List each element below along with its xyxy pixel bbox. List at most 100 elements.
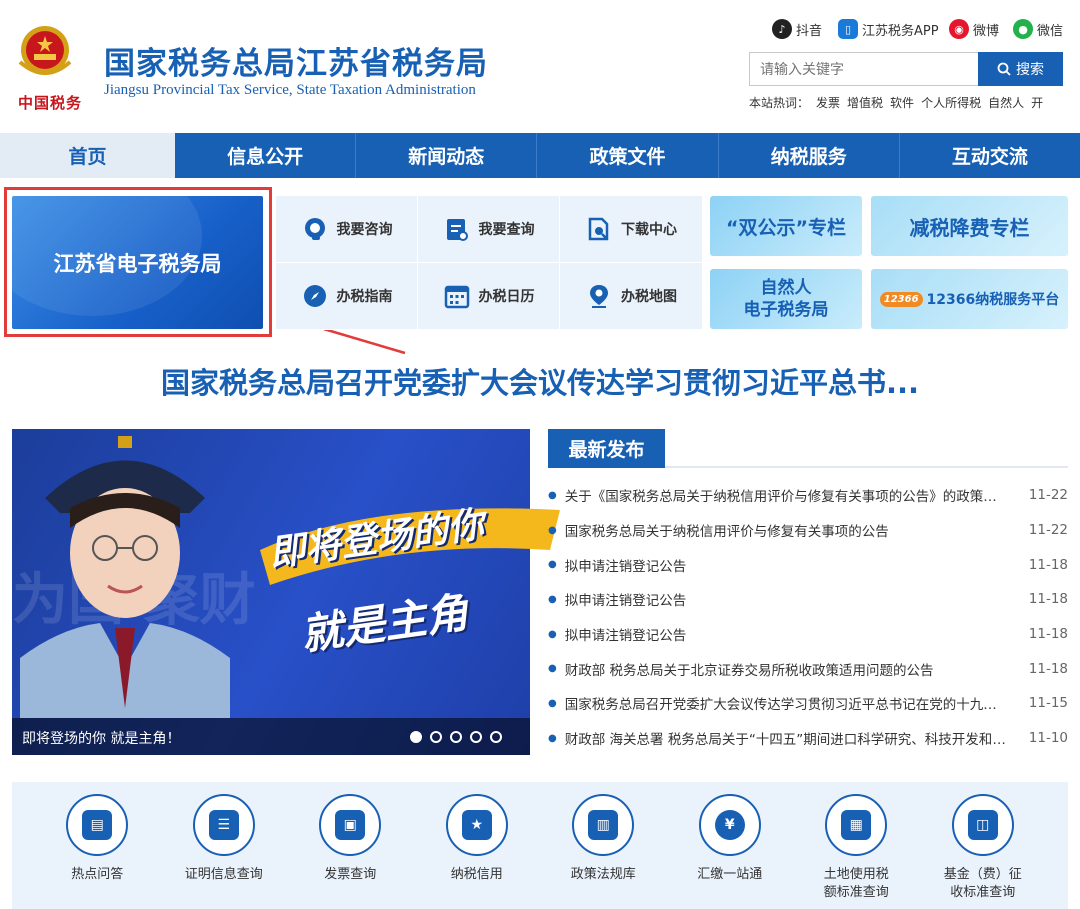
nav-policy[interactable]: 政策文件 (537, 133, 719, 178)
quick-link-label: 办税日历 (478, 289, 535, 305)
news-date: 11-18 (1028, 591, 1068, 608)
wechat-link[interactable]: ● 微信 (1013, 18, 1063, 40)
bullet-icon: ● (548, 489, 557, 501)
quick-link-guide[interactable]: 办税指南 (276, 263, 418, 330)
nav-news[interactable]: 新闻动态 (356, 133, 538, 178)
news-item[interactable]: ● 国家税务总局召开党委扩大会议传达学习贯彻习近平总书记在党的十九届六中全会 11-… (548, 686, 1068, 721)
news-title: 财政部 海关总署 税务总局关于“十四五”期间进口科学研究、科技开发和教学用品 (564, 732, 1028, 749)
book-icon: ▥ (572, 794, 635, 856)
news-title: 国家税务总局关于纳税信用评价与修复有关事项的公告 (564, 524, 889, 541)
service-label: 发票查询 (324, 867, 377, 882)
news-item[interactable]: ● 财政部 海关总署 税务总局关于“十四五”期间进口科学研究、科技开发和教学用品 1… (548, 721, 1068, 756)
app-label: 江苏税务APP (862, 23, 939, 39)
map-pin-icon (585, 282, 613, 310)
quick-link-download[interactable]: 下载中心 (560, 196, 702, 263)
certificate-icon: ☰ (192, 794, 255, 856)
service-label-line2: 额标准查询 (823, 885, 889, 900)
news-item[interactable]: ● 财政部 税务总局关于北京证券交易所税收政策适用问题的公告 11-18 (548, 651, 1068, 686)
quick-link-label: 我要咨询 (336, 222, 393, 238)
service-certificate-query[interactable]: ☰ 证明信息查询 (169, 794, 279, 909)
etax-bureau-label: 江苏省电子税务局 (53, 251, 222, 276)
service-hot-qa[interactable]: ▤ 热点问答 (42, 794, 152, 909)
douyin-link[interactable]: ♪ 抖音 (772, 18, 822, 40)
news-list: ● 关于《国家税务总局关于纳税信用评价与修复有关事项的公告》的政策解读 11-22 … (548, 478, 1068, 756)
compass-icon (301, 282, 329, 310)
carousel-dot[interactable] (410, 731, 422, 743)
tab-latest-releases[interactable]: 最新发布 (548, 429, 665, 468)
service-platform-12366-link[interactable]: 12366 12366纳税服务平台 (871, 269, 1068, 329)
carousel-dot[interactable] (430, 731, 442, 743)
news-title: 拟申请注销登记公告 (564, 593, 687, 610)
news-item[interactable]: ● 拟申请注销登记公告 11-18 (548, 547, 1068, 582)
carousel-dot[interactable] (470, 731, 482, 743)
weibo-link[interactable]: ◉ 微博 (949, 18, 999, 40)
news-item[interactable]: ● 关于《国家税务总局关于纳税信用评价与修复有关事项的公告》的政策解读 11-22 (548, 478, 1068, 513)
nav-home[interactable]: 首页 (0, 133, 175, 178)
bullet-icon: ● (548, 524, 557, 536)
douyin-label: 抖音 (796, 23, 823, 39)
news-date: 11-22 (1028, 522, 1068, 539)
service-label: 基金（费）征 收标准查询 (944, 866, 1022, 902)
quick-link-map[interactable]: 办税地图 (560, 263, 702, 330)
bullet-icon: ● (548, 559, 557, 571)
service-tax-credit[interactable]: ★ 纳税信用 (422, 794, 532, 909)
service-invoice-query[interactable]: ▣ 发票查询 (295, 794, 405, 909)
hot-word[interactable]: 发票 (816, 94, 840, 111)
clipboard-search-icon (443, 215, 471, 243)
quick-link-label: 办税地图 (621, 289, 677, 305)
news-date: 11-22 (1028, 487, 1068, 504)
nav-tax-service[interactable]: 纳税服务 (719, 133, 900, 178)
news-item[interactable]: ● 国家税务总局关于纳税信用评价与修复有关事项的公告 11-22 (548, 513, 1068, 548)
hotline-badge: 12366 (879, 291, 923, 307)
tax-officer-photo (20, 436, 230, 718)
service-land-tax-query[interactable]: ▦ 土地使用税 额标准查询 (801, 794, 911, 909)
app-link[interactable]: ▯ 江苏税务APP (838, 18, 939, 40)
search-input[interactable] (749, 52, 979, 86)
service-label: 汇缴一站通 (697, 867, 763, 882)
quick-link-query[interactable]: 我要查询 (418, 196, 560, 263)
hot-word[interactable]: 个人所得税 (921, 94, 981, 111)
news-item[interactable]: ● 拟申请注销登记公告 11-18 (548, 582, 1068, 617)
etax-bureau-button[interactable]: 江苏省电子税务局 (12, 196, 263, 329)
news-date: 11-15 (1028, 695, 1068, 712)
hot-word[interactable]: 自然人 (988, 94, 1024, 111)
service-tax-payment[interactable]: ¥ 汇缴一站通 (675, 794, 785, 909)
nav-info-disclosure[interactable]: 信息公开 (175, 133, 357, 178)
bullet-icon: ● (548, 593, 557, 605)
weibo-icon: ◉ (949, 19, 969, 39)
site-subtitle: Jiangsu Provincial Tax Service, State Ta… (104, 82, 476, 98)
search-button[interactable]: 搜索 (978, 52, 1063, 86)
quick-link-label: 办税指南 (336, 289, 393, 305)
natural-person-etax-link[interactable]: 自然人 电子税务局 (710, 269, 862, 329)
service-policy-library[interactable]: ▥ 政策法规库 (548, 794, 658, 909)
double-publicity-column[interactable]: “双公示”专栏 (710, 196, 862, 256)
land-tax-icon: ▦ (825, 794, 888, 856)
news-item[interactable]: ● 拟申请注销登记公告 11-18 (548, 617, 1068, 652)
national-emblem-logo (18, 26, 72, 75)
promo-label: 减税降费专栏 (909, 215, 1030, 240)
news-date: 11-10 (1028, 730, 1068, 747)
site-title[interactable]: 国家税务总局江苏省税务局 (104, 38, 488, 83)
carousel-dots (410, 731, 502, 743)
carousel-dot[interactable] (450, 731, 462, 743)
headline-news[interactable]: 国家税务总局召开党委扩大会议传达学习贯彻习近平总书... (0, 360, 1080, 402)
news-title: 国家税务总局召开党委扩大会议传达学习贯彻习近平总书记在党的十九届六中全会 (564, 697, 1028, 714)
seal-text: 中国税务 (18, 94, 83, 112)
hot-word[interactable]: 增值税 (847, 94, 883, 111)
tax-payment-icon: ¥ (698, 794, 761, 856)
carousel-dot[interactable] (490, 731, 502, 743)
hot-word[interactable]: 软件 (890, 94, 914, 111)
quick-link-consult[interactable]: 我要咨询 (276, 196, 418, 263)
tax-reduction-column[interactable]: 减税降费专栏 (871, 196, 1068, 256)
bullet-icon: ● (548, 663, 557, 675)
hot-word[interactable]: 开 (1031, 94, 1043, 111)
chat-bubble-icon: ▤ (66, 794, 129, 856)
news-title: 关于《国家税务总局关于纳税信用评价与修复有关事项的公告》的政策解读 (564, 489, 1011, 506)
nav-interaction[interactable]: 互动交流 (900, 133, 1080, 178)
quick-link-calendar[interactable]: 办税日历 (418, 263, 560, 330)
news-title: 拟申请注销登记公告 (564, 558, 687, 575)
banner-caption[interactable]: 即将登场的你 就是主角！ (22, 728, 180, 748)
news-title: 财政部 税务总局关于北京证券交易所税收政策适用问题的公告 (564, 662, 934, 679)
service-fund-query[interactable]: ◫ 基金（费）征 收标准查询 (928, 794, 1038, 909)
hot-words-label: 本站热词： (749, 96, 810, 110)
